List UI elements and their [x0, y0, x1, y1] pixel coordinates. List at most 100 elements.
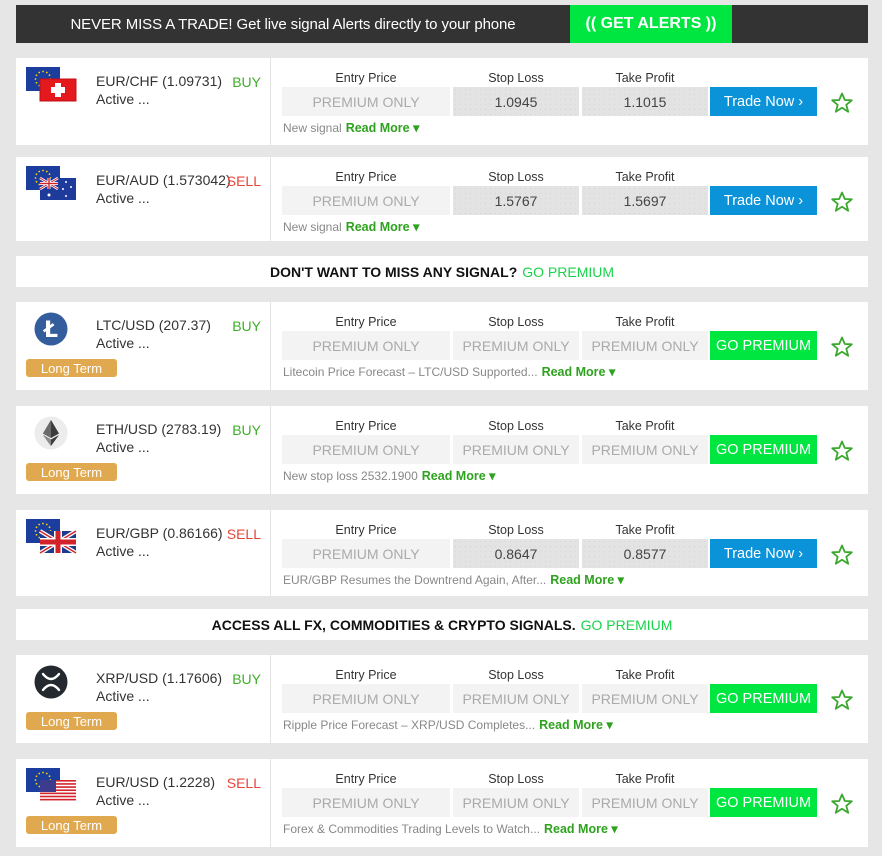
- signal-note: New signal Read More ▾: [283, 219, 419, 234]
- signal-status: Active ...: [96, 335, 150, 351]
- take-profit-value: PREMIUM ONLY: [582, 684, 708, 713]
- take-profit-label: Take Profit: [615, 772, 675, 786]
- promo-text: DON'T WANT TO MISS ANY SIGNAL?: [269, 263, 518, 280]
- banner-text: NEVER MISS A TRADE! Get live signal Aler…: [70, 15, 516, 33]
- signal-note: Ripple Price Forecast – XRP/USD Complete…: [283, 717, 613, 732]
- signal-note: Forex & Commodities Trading Levels to Wa…: [283, 821, 618, 836]
- signal-summary: EUR/AUD (1.573042) Active ... SELL: [16, 157, 271, 241]
- signal-status: Active ...: [96, 439, 150, 455]
- stop-loss-value: PREMIUM ONLY: [453, 331, 579, 360]
- entry-price-label: Entry Price: [335, 315, 397, 329]
- signal-card: Ł LTC/USD (207.37) Active ... BUY Long T…: [16, 302, 868, 390]
- trade-now-button[interactable]: Trade Now ›: [710, 539, 817, 568]
- signal-status: Active ...: [96, 91, 150, 107]
- stop-loss-label: Stop Loss: [488, 772, 544, 786]
- pair-price[interactable]: EUR/USD (1.2228): [96, 774, 215, 790]
- promo-banner-1: DON'T WANT TO MISS ANY SIGNAL? GO PREMIU…: [16, 256, 868, 287]
- signal-status: Active ...: [96, 792, 150, 808]
- stop-loss-value: 1.0945: [453, 87, 579, 116]
- signal-note: New signal Read More ▾: [283, 120, 419, 135]
- pair-price[interactable]: EUR/CHF (1.09731): [96, 73, 222, 89]
- signal-note-text: New stop loss 2532.1900: [283, 469, 418, 483]
- pair-price[interactable]: LTC/USD (207.37): [96, 317, 211, 333]
- stop-loss-value: PREMIUM ONLY: [453, 684, 579, 713]
- signal-direction: BUY: [232, 74, 261, 90]
- signal-summary: XRP/USD (1.17606) Active ... BUY Long Te…: [16, 655, 271, 743]
- get-alerts-button[interactable]: (( GET ALERTS )): [570, 5, 732, 43]
- go-premium-button[interactable]: GO PREMIUM: [710, 684, 817, 713]
- star-icon[interactable]: [830, 439, 854, 463]
- entry-price-label: Entry Price: [335, 668, 397, 682]
- take-profit-label: Take Profit: [615, 170, 675, 184]
- take-profit-value: 1.1015: [582, 87, 708, 116]
- signal-note: Litecoin Price Forecast – LTC/USD Suppor…: [283, 364, 615, 379]
- long-term-badge: Long Term: [26, 712, 117, 730]
- signal-direction: SELL: [226, 173, 261, 189]
- signal-card: EUR/GBP (0.86166) Active ... SELL Entry …: [16, 510, 868, 596]
- pair-price[interactable]: ETH/USD (2783.19): [96, 421, 221, 437]
- signal-direction: SELL: [226, 526, 261, 542]
- read-more-link[interactable]: Read More ▾: [544, 822, 618, 836]
- stop-loss-label: Stop Loss: [488, 523, 544, 537]
- signal-card: EUR/USD (1.2228) Active ... SELL Long Te…: [16, 759, 868, 847]
- entry-price-value: PREMIUM ONLY: [282, 435, 450, 464]
- entry-price-label: Entry Price: [335, 523, 397, 537]
- go-premium-button[interactable]: GO PREMIUM: [710, 788, 817, 817]
- read-more-link[interactable]: Read More ▾: [539, 718, 613, 732]
- stop-loss-value: PREMIUM ONLY: [453, 788, 579, 817]
- stop-loss-value: 1.5767: [453, 186, 579, 215]
- go-premium-button[interactable]: GO PREMIUM: [710, 435, 817, 464]
- long-term-badge: Long Term: [26, 359, 117, 377]
- read-more-link[interactable]: Read More ▾: [542, 365, 616, 379]
- take-profit-value: PREMIUM ONLY: [582, 331, 708, 360]
- read-more-link[interactable]: Read More ▾: [422, 469, 496, 483]
- star-icon[interactable]: [830, 91, 854, 115]
- stop-loss-label: Stop Loss: [488, 419, 544, 433]
- read-more-link[interactable]: Read More ▾: [346, 121, 420, 135]
- signal-summary: Ł LTC/USD (207.37) Active ... BUY Long T…: [16, 302, 271, 390]
- star-icon[interactable]: [830, 335, 854, 359]
- signal-note: New stop loss 2532.1900 Read More ▾: [283, 468, 495, 483]
- signal-summary: EUR/USD (1.2228) Active ... SELL Long Te…: [16, 759, 271, 847]
- take-profit-value: 0.8577: [582, 539, 708, 568]
- take-profit-label: Take Profit: [615, 668, 675, 682]
- entry-price-value: PREMIUM ONLY: [282, 87, 450, 116]
- entry-price-label: Entry Price: [335, 170, 397, 184]
- star-icon[interactable]: [830, 543, 854, 567]
- pair-price[interactable]: XRP/USD (1.17606): [96, 670, 222, 686]
- pair-price[interactable]: EUR/AUD (1.573042): [96, 172, 231, 188]
- entry-price-value: PREMIUM ONLY: [282, 684, 450, 713]
- signal-card: EUR/AUD (1.573042) Active ... SELL Entry…: [16, 157, 868, 241]
- signal-note-text: Ripple Price Forecast – XRP/USD Complete…: [283, 718, 536, 732]
- stop-loss-label: Stop Loss: [488, 170, 544, 184]
- read-more-link[interactable]: Read More ▾: [550, 573, 624, 587]
- go-premium-link[interactable]: GO PREMIUM: [581, 617, 673, 633]
- promo-text: ACCESS ALL FX, COMMODITIES & CRYPTO SIGN…: [211, 616, 576, 633]
- star-icon[interactable]: [830, 792, 854, 816]
- star-icon[interactable]: [830, 688, 854, 712]
- signal-status: Active ...: [96, 688, 150, 704]
- stop-loss-value: PREMIUM ONLY: [453, 435, 579, 464]
- read-more-link[interactable]: Read More ▾: [346, 220, 420, 234]
- take-profit-value: PREMIUM ONLY: [582, 435, 708, 464]
- stop-loss-label: Stop Loss: [488, 315, 544, 329]
- signal-card: XRP/USD (1.17606) Active ... BUY Long Te…: [16, 655, 868, 743]
- take-profit-value: PREMIUM ONLY: [582, 788, 708, 817]
- long-term-badge: Long Term: [26, 463, 117, 481]
- signal-note: EUR/GBP Resumes the Downtrend Again, Aft…: [283, 572, 624, 587]
- trade-now-button[interactable]: Trade Now ›: [710, 186, 817, 215]
- pair-price[interactable]: EUR/GBP (0.86166): [96, 525, 223, 541]
- signal-note-text: New signal: [283, 220, 342, 234]
- signal-direction: SELL: [226, 775, 261, 791]
- star-icon[interactable]: [830, 190, 854, 214]
- entry-price-label: Entry Price: [335, 71, 397, 85]
- long-term-badge: Long Term: [26, 816, 117, 834]
- go-premium-button[interactable]: GO PREMIUM: [710, 331, 817, 360]
- go-premium-link[interactable]: GO PREMIUM: [522, 264, 614, 280]
- entry-price-value: PREMIUM ONLY: [282, 331, 450, 360]
- entry-price-label: Entry Price: [335, 772, 397, 786]
- signal-note-text: Forex & Commodities Trading Levels to Wa…: [283, 822, 540, 836]
- stop-loss-value: 0.8647: [453, 539, 579, 568]
- signal-note-text: New signal: [283, 121, 342, 135]
- trade-now-button[interactable]: Trade Now ›: [710, 87, 817, 116]
